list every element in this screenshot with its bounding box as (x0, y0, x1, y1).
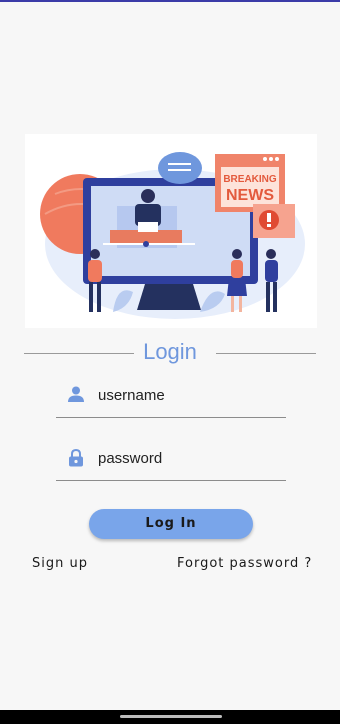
status-bar-line (0, 0, 340, 2)
username-underline (56, 417, 286, 418)
person-icon (68, 386, 84, 404)
breaking-news-illustration: BREAKING NEWS (40, 152, 305, 319)
home-handle[interactable] (120, 715, 222, 718)
navigation-bar (0, 710, 340, 724)
hero-illustration: BREAKING NEWS (25, 134, 317, 328)
svg-text:NEWS: NEWS (226, 187, 274, 204)
signup-link[interactable]: Sign up (32, 556, 88, 571)
password-underline (56, 480, 286, 481)
username-field[interactable]: username (56, 378, 286, 418)
page-title: Login (143, 339, 197, 364)
password-input[interactable]: password (98, 450, 162, 467)
divider-right (216, 353, 316, 354)
password-field[interactable]: password (56, 441, 286, 481)
username-input[interactable]: username (98, 387, 165, 404)
login-button[interactable]: Log In (89, 509, 253, 539)
lock-icon (68, 448, 84, 467)
forgot-password-link[interactable]: Forgot password ? (177, 556, 312, 571)
login-header: Login (24, 338, 316, 368)
svg-text:BREAKING: BREAKING (223, 174, 277, 185)
